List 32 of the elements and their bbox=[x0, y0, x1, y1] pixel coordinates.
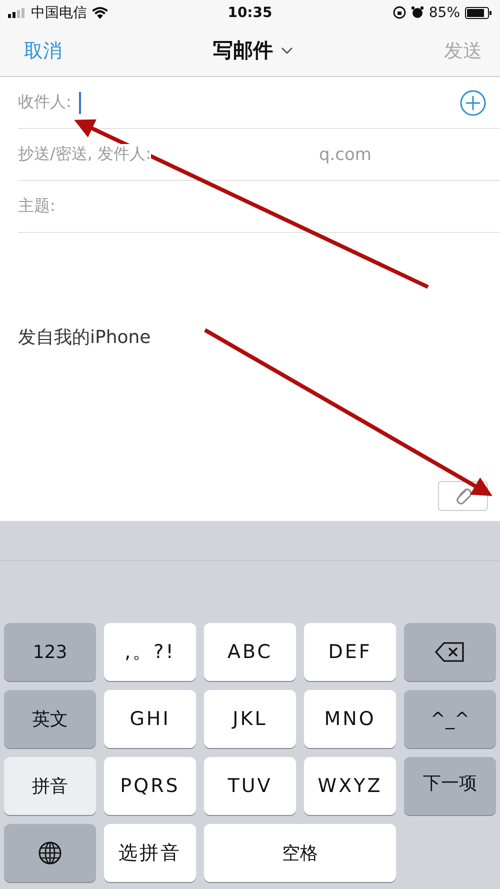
keyboard-key[interactable]: 英文 bbox=[4, 690, 96, 748]
keyboard-key[interactable]: WXYZ bbox=[304, 757, 396, 815]
next-key[interactable]: 下一项 bbox=[404, 757, 496, 815]
rotation-lock-icon bbox=[392, 6, 406, 19]
space-key[interactable]: 空格 bbox=[204, 824, 396, 882]
keyboard-key[interactable]: DEF bbox=[304, 623, 396, 681]
battery-percent: 85% bbox=[428, 4, 460, 20]
globe-key[interactable] bbox=[4, 824, 96, 882]
alarm-icon bbox=[410, 6, 424, 19]
signature-text: 发自我的iPhone bbox=[18, 326, 152, 349]
keyboard-key[interactable]: 123 bbox=[4, 623, 96, 681]
delete-icon bbox=[435, 642, 465, 662]
keyboard-key[interactable]: MNO bbox=[304, 690, 396, 748]
keyboard-key[interactable]: 拼音 bbox=[4, 757, 96, 815]
keyboard-key[interactable]: 选拼音 bbox=[104, 824, 196, 882]
signal-icon bbox=[8, 8, 26, 18]
keyboard-key[interactable]: TUV bbox=[204, 757, 296, 815]
wifi-icon bbox=[92, 6, 108, 18]
keyboard-key[interactable]: ,。?! bbox=[104, 623, 196, 681]
carrier-name: 中国电信 bbox=[31, 4, 87, 22]
keyboard-key[interactable]: JKL bbox=[204, 690, 296, 748]
delete-key[interactable] bbox=[404, 623, 496, 681]
compose-title: 写邮件 bbox=[213, 37, 273, 64]
keyboard-key[interactable]: GHI bbox=[104, 690, 196, 748]
battery-icon bbox=[465, 6, 492, 18]
chevron-down-icon[interactable] bbox=[281, 47, 293, 54]
keyboard-key[interactable]: ABC bbox=[204, 623, 296, 681]
globe-icon bbox=[38, 841, 62, 865]
add-contact-icon[interactable] bbox=[460, 90, 486, 116]
keyboard-key[interactable]: ^_^ bbox=[404, 690, 496, 748]
keyboard-key[interactable]: PQRS bbox=[104, 757, 196, 815]
status-time: 10:35 bbox=[228, 4, 272, 20]
